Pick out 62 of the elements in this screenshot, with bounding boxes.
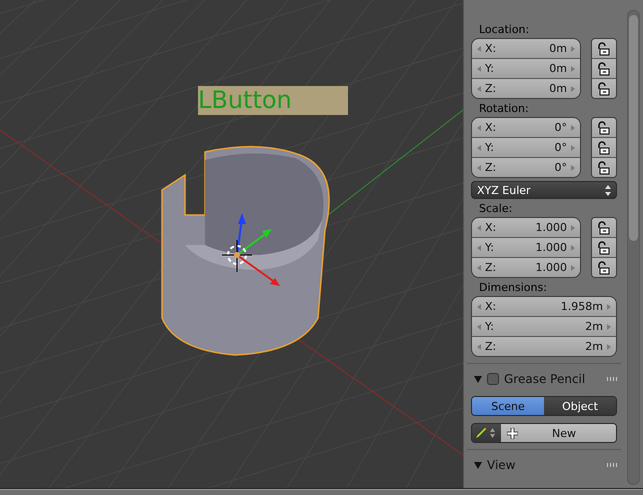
right-arrow-icon [571,124,575,130]
right-arrow-icon [571,264,575,270]
number-field[interactable]: Y: 0° [472,138,580,158]
lock-toggle[interactable] [592,158,616,177]
lock-toggle[interactable] [592,59,616,79]
scrollbar-track[interactable] [627,10,640,485]
lock-toggle[interactable] [592,118,616,138]
number-field[interactable]: Y: 0m [472,59,580,79]
left-arrow-icon [477,144,481,150]
number-field[interactable]: Z: 0° [472,158,580,177]
section-title: Dimensions: [479,281,548,294]
right-arrow-icon [571,164,575,170]
number-field[interactable]: X: 1.958m [472,297,616,317]
rotation-mode-dropdown[interactable]: XYZ Euler [471,181,617,199]
left-arrow-icon [477,244,481,250]
right-arrow-icon [571,46,575,52]
number-field[interactable]: Y: 2m [472,317,616,337]
lock-toggle[interactable] [592,138,616,158]
number-field[interactable]: X: 0m [472,39,580,59]
up-down-arrows-icon [605,184,611,196]
right-arrow-icon [571,224,575,230]
left-arrow-icon [477,66,481,72]
lock-toggle[interactable] [592,238,616,258]
lock-toggle[interactable] [592,258,616,277]
left-arrow-icon [477,224,481,230]
right-arrow-icon [571,244,575,250]
number-field[interactable]: X: 0° [472,118,580,138]
tab[interactable]: Object [544,397,616,415]
section-title: Scale: [479,202,514,215]
left-arrow-icon [477,324,481,330]
right-arrow-icon [571,86,575,92]
number-field[interactable]: Z: 0m [472,79,580,98]
number-field[interactable]: Z: 1.000 [472,258,580,277]
left-arrow-icon [477,46,481,52]
lock-toggle[interactable] [592,79,616,98]
lock-toggle[interactable] [592,39,616,59]
checkbox[interactable] [487,373,499,385]
left-arrow-icon [477,124,481,130]
right-arrow-icon [607,324,611,330]
left-arrow-icon [477,164,481,170]
scrollbar-thumb[interactable] [629,15,638,241]
drag-grip-icon[interactable] [607,377,617,381]
number-field[interactable]: Z: 2m [472,337,616,356]
section-title: Rotation: [479,102,530,115]
number-field[interactable]: Y: 1.000 [472,238,580,258]
left-arrow-icon [477,264,481,270]
number-field[interactable]: X: 1.000 [472,218,580,238]
panel-title: View [487,458,516,472]
section-title: Location: [479,23,530,36]
right-arrow-icon [607,344,611,350]
right-arrow-icon [607,304,611,310]
right-arrow-icon [571,144,575,150]
left-arrow-icon [477,86,481,92]
right-arrow-icon [571,66,575,72]
drag-grip-icon[interactable] [607,463,617,467]
tab[interactable]: Scene [472,397,544,415]
left-arrow-icon [477,304,481,310]
left-arrow-icon [477,344,481,350]
panel-title: Grease Pencil [504,372,586,386]
overlay-label: LButton [198,86,348,115]
disclosure-triangle-icon[interactable] [474,462,482,468]
lock-toggle[interactable] [592,218,616,238]
